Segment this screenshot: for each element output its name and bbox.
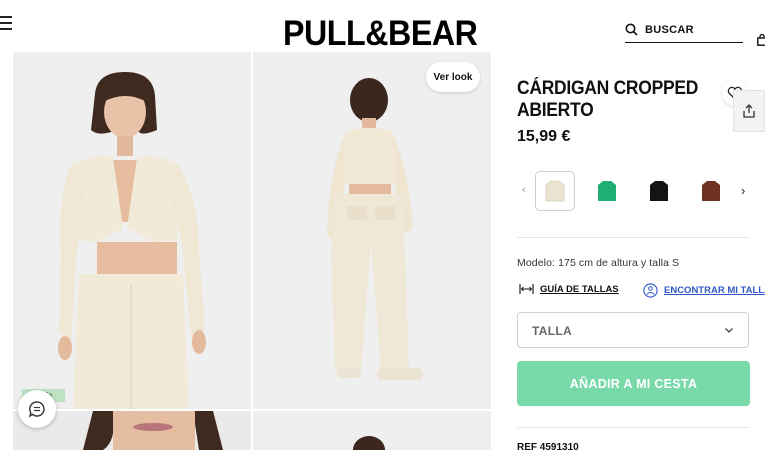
search-icon <box>625 23 638 36</box>
cardigan-swatch-icon <box>702 181 720 201</box>
model-front-illustration <box>13 52 251 409</box>
add-to-cart-button[interactable]: AÑADIR A MI CESTA <box>517 361 750 406</box>
product-title: CÁRDIGAN CROPPED ABIERTO <box>517 78 699 121</box>
swatch-prev-arrow[interactable]: ‹ <box>522 184 526 196</box>
divider <box>517 427 750 428</box>
divider <box>517 237 750 238</box>
search-label: BUSCAR <box>645 24 694 36</box>
cardigan-swatch-icon <box>545 180 565 202</box>
ver-look-button[interactable]: Ver look <box>426 62 480 92</box>
product-price: 15,99 € <box>517 128 571 145</box>
search-bar[interactable]: BUSCAR <box>625 22 743 43</box>
swatch-crudo[interactable] <box>535 171 575 211</box>
share-button[interactable] <box>733 90 765 132</box>
swatch-next-arrow[interactable]: › <box>741 183 745 198</box>
size-guide-label: GUÍA DE TALLAS <box>540 283 619 295</box>
share-icon <box>743 104 755 118</box>
chevron-down-icon <box>725 328 733 333</box>
ruler-icon <box>519 284 534 294</box>
cardigan-swatch-icon <box>650 181 668 201</box>
product-photo-extra[interactable] <box>253 411 491 450</box>
find-size-label: ENCONTRAR MI TALLA <box>664 285 765 296</box>
find-size-link[interactable]: ENCONTRAR MI TALLA <box>643 283 765 298</box>
swatch-verde[interactable] <box>587 171 627 211</box>
cardigan-swatch-icon <box>598 181 616 201</box>
model-info: Modelo: 175 cm de altura y talla S <box>517 257 680 269</box>
brand-logo[interactable]: PULL&BEAR <box>283 14 478 54</box>
model-extra-illustration <box>253 411 491 450</box>
menu-icon[interactable] <box>0 16 12 32</box>
user-size-icon <box>643 283 658 298</box>
size-select[interactable]: TALLA <box>517 312 749 348</box>
swatch-marron[interactable] <box>691 171 731 211</box>
size-guide-link[interactable]: GUÍA DE TALLAS <box>519 283 619 295</box>
product-photo-front[interactable] <box>13 52 251 409</box>
shopping-bag-icon[interactable] <box>757 34 765 46</box>
chat-icon <box>28 401 45 418</box>
swatch-negro[interactable] <box>639 171 679 211</box>
product-reference: REF 4591310 <box>517 442 579 453</box>
size-select-label: TALLA <box>532 324 572 338</box>
chat-button[interactable] <box>18 390 56 428</box>
product-photo-back[interactable] <box>253 52 491 409</box>
model-back-illustration <box>253 52 491 409</box>
